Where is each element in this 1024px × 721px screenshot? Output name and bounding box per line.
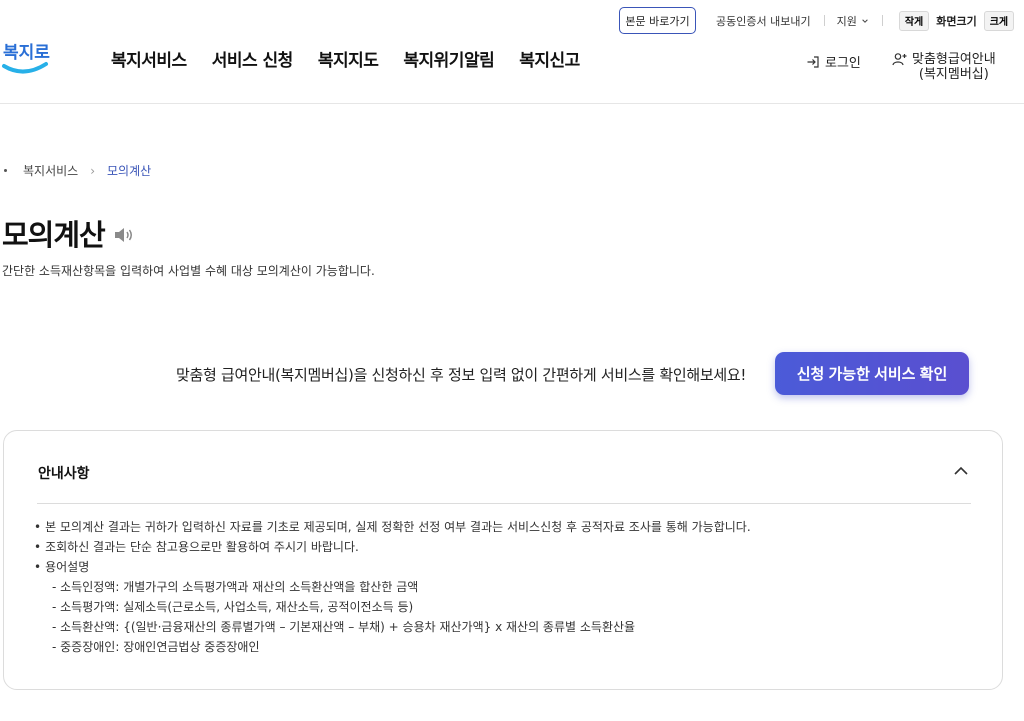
divider xyxy=(881,15,883,26)
page-title-row: 모의계산 xyxy=(2,212,135,254)
membership-link[interactable]: 맞춤형급여안내 (복지멤버십) xyxy=(892,52,996,82)
term-item: - 소득평가액: 실제소득(근로소득, 사업소득, 재산소득, 공적이전소득 등… xyxy=(52,600,414,614)
bokjiro-logo[interactable]: 복지로 xyxy=(0,36,54,80)
skip-to-content-link[interactable]: 본문 바로가기 xyxy=(619,7,696,34)
breadcrumb-current: 모의계산 xyxy=(107,164,152,178)
notice-heading: 안내사항 xyxy=(38,466,90,482)
page-subtitle: 간단한 소득재산항목을 입력하여 사업별 수혜 대상 모의계산이 가능합니다. xyxy=(2,264,375,278)
membership-label: 맞춤형급여안내 (복지멤버십) xyxy=(912,52,996,82)
membership-label-line1: 맞춤형급여안내 xyxy=(912,52,996,67)
home-icon[interactable] xyxy=(4,169,7,172)
breadcrumb-parent[interactable]: 복지서비스 xyxy=(23,162,78,179)
notice-item: 용어설명 xyxy=(34,557,751,577)
support-dropdown[interactable]: 지원 xyxy=(837,13,869,29)
main-navigation: 복지서비스 서비스 신청 복지지도 복지위기알림 복지신고 xyxy=(111,46,605,71)
login-label: 로그인 xyxy=(825,56,861,71)
cert-export-link[interactable]: 공동인증서 내보내기 xyxy=(716,13,811,29)
notice-item: 조회하신 결과는 단순 참고용으로만 활용하여 주시기 바랍니다. xyxy=(34,537,751,557)
notice-item: 본 모의계산 결과는 귀하가 입력하신 자료를 기초로 제공되며, 실제 정확한… xyxy=(34,517,751,537)
chevron-down-icon xyxy=(862,18,868,23)
login-link[interactable]: 로그인 xyxy=(806,52,861,71)
nav-item-service-application[interactable]: 서비스 신청 xyxy=(212,46,294,71)
nav-item-welfare-services[interactable]: 복지서비스 xyxy=(111,46,187,71)
notice-panel: 안내사항 본 모의계산 결과는 귀하가 입력하신 자료를 기초로 제공되며, 실… xyxy=(3,430,1003,690)
font-large-button[interactable]: 크게 xyxy=(983,10,1015,31)
term-item: - 소득환산액: {(일반·금융재산의 종류별가액 – 기본재산액 – 부채) … xyxy=(52,620,636,634)
membership-label-line2: (복지멤버십) xyxy=(918,67,989,82)
nav-item-welfare-map[interactable]: 복지지도 xyxy=(318,46,379,71)
support-label: 지원 xyxy=(836,14,857,28)
nav-item-welfare-report[interactable]: 복지신고 xyxy=(519,46,580,71)
term-item: - 소득인정액: 개별가구의 소득평가액과 재산의 소득환산액을 합산한 금액 xyxy=(52,580,419,594)
header-divider xyxy=(0,103,1024,104)
user-plus-icon xyxy=(892,53,907,66)
notice-list: 본 모의계산 결과는 귀하가 입력하신 자료를 기초로 제공되며, 실제 정확한… xyxy=(34,517,751,657)
speaker-icon[interactable] xyxy=(113,225,135,245)
utility-bar: 본문 바로가기 공동인증서 내보내기 지원 작게 화면크기 크게 xyxy=(619,7,1015,34)
breadcrumb: 복지서비스 › 모의계산 xyxy=(0,162,151,179)
svg-text:복지로: 복지로 xyxy=(3,43,50,63)
check-eligible-services-button[interactable]: 신청 가능한 서비스 확인 xyxy=(775,352,969,395)
font-size-label: 화면크기 xyxy=(936,14,977,28)
promo-text: 맞춤형 급여안내(복지멤버십)을 신청하신 후 정보 입력 없이 간편하게 서비… xyxy=(176,366,747,384)
chevron-right-icon: › xyxy=(90,163,96,178)
login-icon xyxy=(807,55,819,68)
divider xyxy=(823,15,825,26)
font-small-button[interactable]: 작게 xyxy=(898,10,930,31)
chevron-up-icon[interactable] xyxy=(953,465,969,477)
nav-item-crisis-alert[interactable]: 복지위기알림 xyxy=(403,46,494,71)
notice-divider xyxy=(37,503,971,504)
term-item: - 중증장애인: 장애인연금법상 중증장애인 xyxy=(52,640,260,654)
page-title: 모의계산 xyxy=(2,218,106,252)
